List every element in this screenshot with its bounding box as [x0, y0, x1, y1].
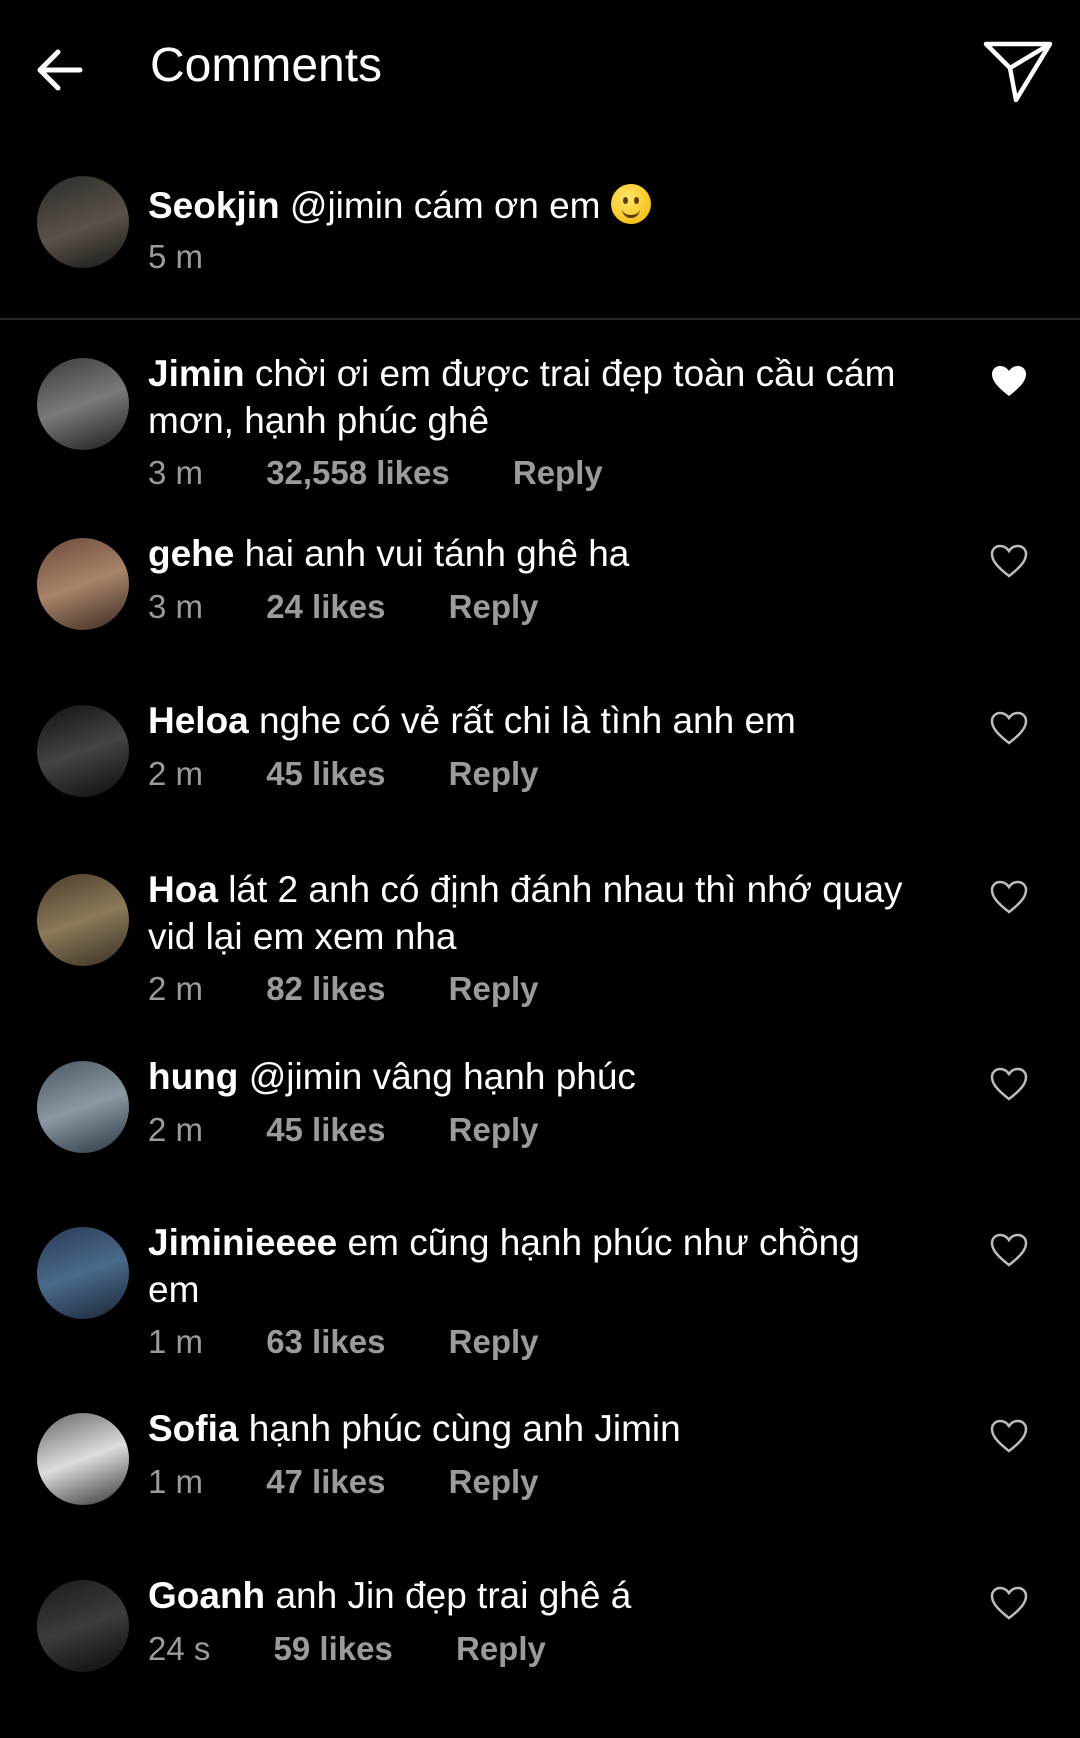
page-title: Comments	[150, 39, 383, 92]
likes-count[interactable]: 45 likes	[266, 1111, 385, 1149]
heart-outline-icon[interactable]	[990, 711, 1028, 745]
app-header: Comments	[0, 0, 1080, 140]
heart-filled-icon[interactable]	[990, 364, 1028, 398]
avatar[interactable]	[37, 1227, 129, 1319]
heart-outline-icon[interactable]	[990, 1419, 1028, 1453]
smile-emoji-icon	[610, 184, 651, 224]
likes-count[interactable]: 59 likes	[274, 1630, 393, 1668]
avatar[interactable]	[37, 176, 129, 268]
comment-body: hạnh phúc cùng anh Jimin	[248, 1408, 681, 1449]
reply-button[interactable]: Reply	[449, 1111, 539, 1149]
comment-text: gehe hai anh vui tánh ghê ha	[148, 530, 908, 577]
comment-text: Jiminieeee em cũng hạnh phúc như chồng e…	[148, 1219, 908, 1313]
timestamp: 1 m	[148, 1463, 204, 1500]
heart-outline-icon[interactable]	[990, 1233, 1028, 1267]
likes-count[interactable]: 82 likes	[266, 970, 385, 1008]
comment-text: Sofia hạnh phúc cùng anh Jimin	[148, 1405, 908, 1452]
likes-count[interactable]: 24 likes	[266, 588, 385, 626]
timestamp: 5 m	[148, 238, 204, 275]
reply-button[interactable]: Reply	[449, 970, 539, 1008]
likes-count[interactable]: 45 likes	[266, 755, 385, 793]
reply-button[interactable]: Reply	[513, 454, 603, 492]
username[interactable]: gehe	[148, 533, 234, 574]
username[interactable]: hung	[148, 1056, 238, 1097]
comment-meta: 2 m 45 likes Reply	[148, 1111, 539, 1149]
comment-body: @jimin cám ơn em	[289, 185, 601, 226]
comment-meta: 24 s 59 likes Reply	[148, 1630, 546, 1668]
comment-body: lát 2 anh có định đánh nhau thì nhớ quay…	[148, 869, 903, 957]
avatar[interactable]	[37, 705, 129, 797]
likes-count[interactable]: 47 likes	[266, 1463, 385, 1501]
comment-text: Heloa nghe có vẻ rất chi là tình anh em	[148, 697, 908, 744]
avatar[interactable]	[37, 538, 129, 630]
comment-meta: 2 m 82 likes Reply	[148, 970, 539, 1008]
caption-comment: Seokjin @jimin cám ơn em 5 m	[0, 170, 1080, 318]
timestamp: 2 m	[148, 755, 204, 792]
avatar[interactable]	[37, 1413, 129, 1505]
timestamp: 24 s	[148, 1630, 211, 1667]
reply-button[interactable]: Reply	[456, 1630, 546, 1668]
comment-text: Jimin chời ơi em được trai đẹp toàn cầu …	[148, 350, 908, 444]
username[interactable]: Sofia	[148, 1408, 238, 1449]
timestamp: 3 m	[148, 588, 204, 625]
comment-text: Hoa lát 2 anh có định đánh nhau thì nhớ …	[148, 866, 908, 960]
username[interactable]: Hoa	[148, 869, 218, 910]
comment-meta: 5 m	[148, 238, 203, 276]
comment-text: hung @jimin vâng hạnh phúc	[148, 1053, 908, 1100]
comment-body: anh Jin đẹp trai ghê á	[275, 1575, 632, 1616]
timestamp: 3 m	[148, 454, 204, 491]
comment-body: @jimin vâng hạnh phúc	[248, 1056, 636, 1097]
username[interactable]: Seokjin	[148, 185, 280, 226]
paper-plane-icon[interactable]	[982, 38, 1054, 104]
comment-meta: 1 m 47 likes Reply	[148, 1463, 539, 1501]
heart-outline-icon[interactable]	[990, 1586, 1028, 1620]
comment-body: chời ơi em được trai đẹp toàn cầu cám mơ…	[148, 353, 896, 441]
likes-count[interactable]: 63 likes	[266, 1323, 385, 1361]
reply-button[interactable]: Reply	[449, 1463, 539, 1501]
likes-count[interactable]: 32,558 likes	[266, 454, 450, 492]
username[interactable]: Jiminieeee	[148, 1222, 337, 1263]
comment-body: nghe có vẻ rất chi là tình anh em	[259, 700, 796, 741]
reply-button[interactable]: Reply	[449, 1323, 539, 1361]
arrow-left-icon[interactable]	[30, 40, 90, 100]
comment-meta: 3 m 24 likes Reply	[148, 588, 539, 626]
comment-text: Seokjin @jimin cám ơn em	[148, 182, 908, 229]
caption-divider	[0, 318, 1080, 320]
timestamp: 2 m	[148, 970, 204, 1007]
comment-meta: 3 m 32,558 likes Reply	[148, 454, 603, 492]
comment-body: hai anh vui tánh ghê ha	[244, 533, 630, 574]
comment-text: Goanh anh Jin đẹp trai ghê á	[148, 1572, 908, 1619]
reply-button[interactable]: Reply	[449, 588, 539, 626]
username[interactable]: Jimin	[148, 353, 245, 394]
comment-meta: 1 m 63 likes Reply	[148, 1323, 539, 1361]
avatar[interactable]	[37, 1061, 129, 1153]
avatar[interactable]	[37, 1580, 129, 1672]
heart-outline-icon[interactable]	[990, 1067, 1028, 1101]
comment-meta: 2 m 45 likes Reply	[148, 755, 539, 793]
heart-outline-icon[interactable]	[990, 544, 1028, 578]
avatar[interactable]	[37, 358, 129, 450]
username[interactable]: Goanh	[148, 1575, 265, 1616]
heart-outline-icon[interactable]	[990, 880, 1028, 914]
username[interactable]: Heloa	[148, 700, 249, 741]
avatar[interactable]	[37, 874, 129, 966]
timestamp: 2 m	[148, 1111, 204, 1148]
reply-button[interactable]: Reply	[449, 755, 539, 793]
timestamp: 1 m	[148, 1323, 204, 1360]
